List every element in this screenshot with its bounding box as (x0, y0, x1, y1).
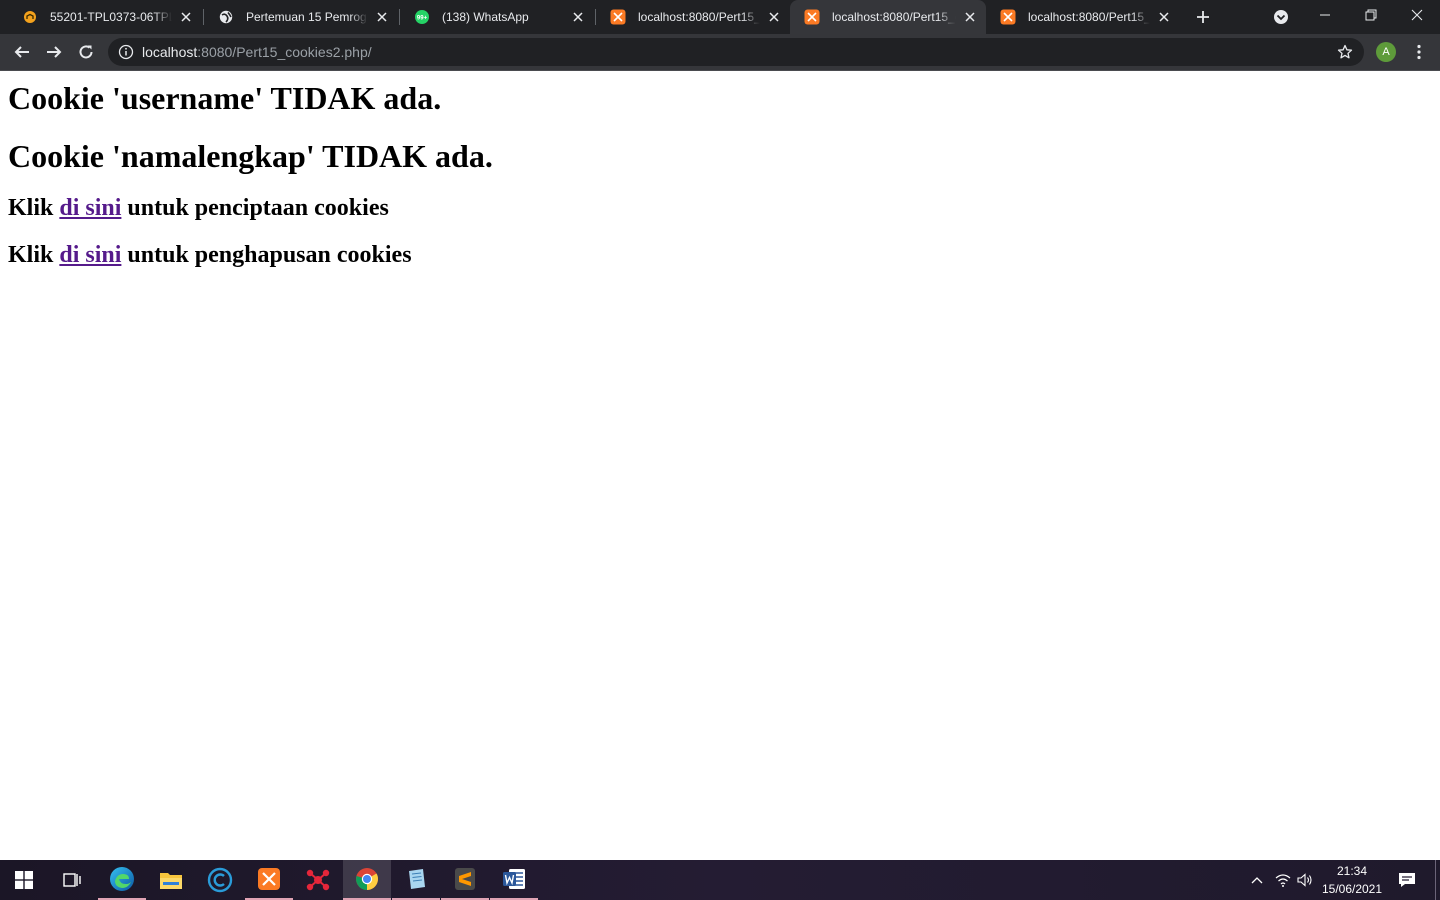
address-bar[interactable]: localhost:8080/Pert15_cookies2.php/ (108, 38, 1364, 66)
show-desktop-divider[interactable] (1435, 860, 1436, 900)
globe-favicon-icon (218, 9, 234, 25)
browser-tab-strip: 55201-TPL0373-06TPLM006 Pertemuan 15 Pem… (0, 0, 1440, 34)
start-icon[interactable] (0, 860, 48, 900)
clock-time: 21:34 (1336, 864, 1368, 878)
tab-localhost-cookies3[interactable]: localhost:8080/Pert15_cookies3.php (986, 0, 1180, 34)
show-hidden-icons-chevron-icon[interactable] (1246, 860, 1268, 900)
chrome-icon[interactable] (343, 860, 391, 900)
tab-title: Pertemuan 15 Pemrograman (246, 10, 368, 24)
ccleaner-icon[interactable] (196, 860, 244, 900)
close-icon[interactable] (1156, 9, 1172, 25)
whatsapp-favicon-icon: 99+ (414, 9, 430, 25)
reload-icon[interactable] (74, 40, 98, 64)
xampp-favicon-icon (610, 9, 626, 25)
close-icon[interactable] (766, 9, 782, 25)
new-tab-plus-icon[interactable] (1194, 8, 1212, 26)
line-suffix: untuk penciptaan cookies (121, 195, 389, 221)
close-icon[interactable] (374, 9, 390, 25)
xampp-icon[interactable] (245, 860, 293, 900)
url-path: :8080/Pert15_cookies2.php/ (197, 44, 372, 60)
tab-whatsapp[interactable]: 99+ (138) WhatsApp (400, 0, 594, 34)
tab-title: localhost:8080/Pert15_cookies.php (638, 10, 760, 24)
tab-pertemuan[interactable]: Pertemuan 15 Pemrograman (204, 0, 398, 34)
page-content: Cookie 'username' TIDAK ada. Cookie 'nam… (0, 71, 1440, 860)
tab-title: localhost:8080/Pert15_cookies3.php (1028, 10, 1150, 24)
menu-kebab-icon[interactable] (1410, 42, 1428, 62)
system-clock[interactable]: 21:34 15/06/2021 (1318, 862, 1386, 898)
create-cookies-line: Klik di sini untuk penciptaan cookies (8, 195, 389, 223)
word-icon[interactable] (490, 860, 538, 900)
forward-arrow-icon[interactable] (42, 40, 66, 64)
file-explorer-icon[interactable] (147, 860, 195, 900)
windows-taskbar: 21:34 15/06/2021 (0, 860, 1440, 900)
delete-cookies-link[interactable]: di sini (59, 242, 121, 268)
tab-localhost-cookies2[interactable]: localhost:8080/Pert15_cookies2.php/ (790, 0, 986, 34)
notepad-icon[interactable] (392, 860, 440, 900)
minimize-icon[interactable] (1302, 0, 1348, 30)
tab-moodle[interactable]: 55201-TPL0373-06TPLM006 (8, 0, 202, 34)
profile-avatar[interactable]: A (1376, 42, 1396, 62)
tab-title: 55201-TPL0373-06TPLM006 (50, 10, 172, 24)
bookmark-star-icon[interactable] (1336, 43, 1354, 61)
delete-cookies-line: Klik di sini untuk penghapusan cookies (8, 242, 412, 270)
restore-icon[interactable] (1348, 0, 1394, 30)
close-icon[interactable] (962, 9, 978, 25)
line-suffix: untuk penghapusan cookies (121, 242, 412, 268)
line-prefix: Klik (8, 195, 60, 221)
edge-icon[interactable] (98, 860, 146, 900)
task-view-icon[interactable] (48, 860, 96, 900)
svg-text:99+: 99+ (417, 16, 428, 22)
heading-namalengkap-status: Cookie 'namalengkap' TIDAK ada. (8, 138, 493, 174)
tab-title: localhost:8080/Pert15_cookies2.php/ (832, 10, 956, 24)
moodle-favicon-icon (22, 9, 38, 25)
browser-toolbar: localhost:8080/Pert15_cookies2.php/ A (0, 34, 1440, 71)
create-cookies-link[interactable]: di sini (59, 195, 121, 221)
xampp-favicon-icon (1000, 9, 1016, 25)
sublime-text-icon[interactable] (441, 860, 489, 900)
xampp-favicon-icon (804, 9, 820, 25)
clock-date: 15/06/2021 (1321, 882, 1383, 896)
notification-center-icon[interactable] (1392, 860, 1422, 900)
tab-title: (138) WhatsApp (442, 10, 529, 24)
close-icon[interactable] (570, 9, 586, 25)
url-host: localhost (142, 44, 198, 60)
tab-search-chevron-icon[interactable] (1272, 8, 1290, 26)
url-text[interactable]: localhost:8080/Pert15_cookies2.php/ (142, 38, 372, 66)
heading-username-status: Cookie 'username' TIDAK ada. (8, 80, 442, 116)
app-red-icon[interactable] (294, 860, 342, 900)
close-window-icon[interactable] (1394, 0, 1440, 30)
tab-localhost-cookies[interactable]: localhost:8080/Pert15_cookies.php (596, 0, 790, 34)
close-icon[interactable] (178, 9, 194, 25)
site-info-icon[interactable] (118, 44, 134, 60)
network-wifi-icon[interactable] (1272, 860, 1294, 900)
volume-speaker-icon[interactable] (1294, 860, 1316, 900)
line-prefix: Klik (8, 242, 60, 268)
back-arrow-icon[interactable] (10, 40, 34, 64)
